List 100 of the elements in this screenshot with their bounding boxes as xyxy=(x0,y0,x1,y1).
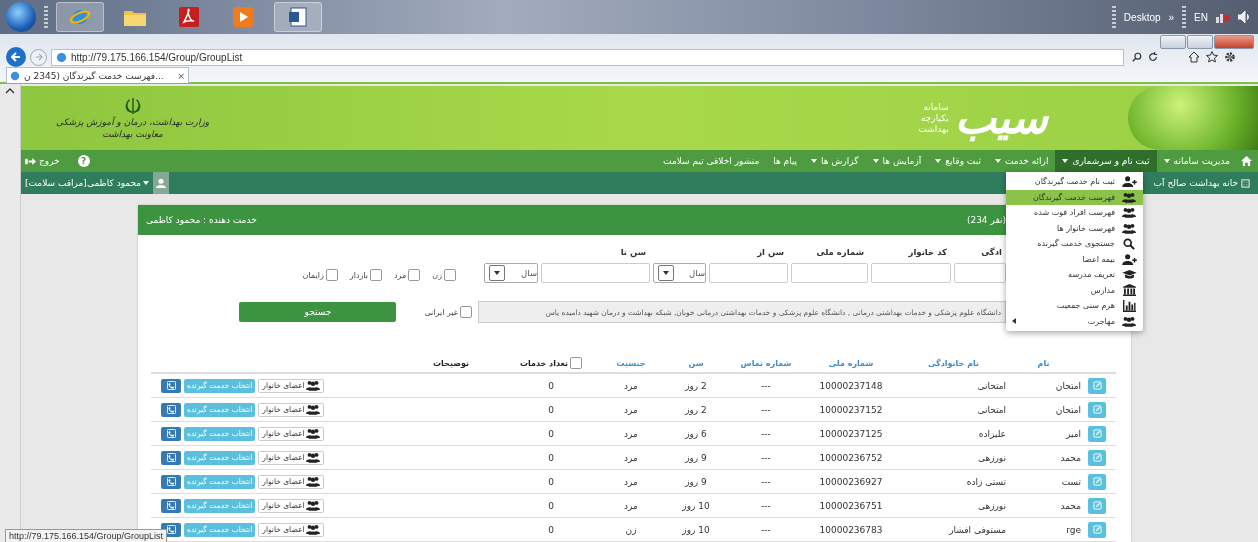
speaker-icon[interactable] xyxy=(1238,11,1252,23)
search-button[interactable]: جستجو xyxy=(239,302,397,322)
search-icon[interactable] xyxy=(1132,52,1142,62)
menu-item[interactable]: هرم سنی جمعیت xyxy=(1006,298,1143,314)
column-header: توضیحات xyxy=(432,358,470,368)
checkbox[interactable] xyxy=(325,269,338,281)
edit-icon xyxy=(1092,525,1102,534)
edit-button[interactable] xyxy=(1088,401,1106,418)
search-icon xyxy=(1123,237,1135,250)
toolbar-chevron[interactable]: » xyxy=(1168,11,1175,23)
network-icon[interactable] xyxy=(1216,11,1230,23)
nav-menu-item[interactable]: منشور اخلاقی تیم سلامت xyxy=(656,150,767,172)
edit-button[interactable] xyxy=(1088,473,1106,490)
browser-taskbar-icon[interactable] xyxy=(56,2,104,32)
phone-button[interactable] xyxy=(161,402,181,417)
nav-menu-item[interactable]: پیام ها xyxy=(766,150,805,172)
phone-button[interactable] xyxy=(161,498,181,513)
address-bar[interactable]: http://79.175.166.154/Group/GroupList xyxy=(51,48,1124,66)
star-icon[interactable] xyxy=(1206,51,1218,63)
settings-icon[interactable] xyxy=(1224,51,1236,63)
table-cell-text: مرد xyxy=(623,452,639,463)
help-button[interactable]: ? xyxy=(77,155,90,167)
phone-button[interactable] xyxy=(161,474,181,489)
table-cell-text: مرد xyxy=(623,500,639,511)
menu-item[interactable]: فهرست افراد فوت شده xyxy=(1006,205,1143,221)
nav-menu-item[interactable]: مدیریت سامانه xyxy=(1156,150,1237,172)
column-header[interactable]: نام خانوادگی xyxy=(901,358,1006,368)
column-header[interactable]: سن xyxy=(661,358,731,368)
home-icon[interactable] xyxy=(1188,51,1200,63)
browser-tab[interactable]: ...فهرست خدمت گیرندگان (2345 ن × xyxy=(6,67,189,83)
column-header[interactable]: جنسیت xyxy=(601,358,661,368)
menu-item[interactable]: مهاجرت xyxy=(1006,313,1143,329)
menu-item[interactable]: بیمه اعضا xyxy=(1006,251,1143,267)
group-icon xyxy=(1122,222,1136,234)
unit-dropdown[interactable]: سال xyxy=(484,263,538,283)
table-cell-text: 0 xyxy=(547,500,555,511)
edit-button[interactable] xyxy=(1088,425,1106,442)
table-cell-text: امتحانی xyxy=(976,404,1006,415)
table-cell-text: مرد xyxy=(623,380,639,391)
group-icon xyxy=(1122,191,1136,203)
table-cell-text: 0 xyxy=(547,428,555,439)
checkbox[interactable] xyxy=(408,269,421,281)
column-header[interactable]: شماره ملی xyxy=(801,358,901,368)
table-cell-text: 2 روز xyxy=(684,380,708,391)
forward-button[interactable] xyxy=(30,48,47,66)
emblem-icon xyxy=(123,97,142,115)
unit-dropdown[interactable]: سال xyxy=(653,263,706,283)
input-field[interactable] xyxy=(871,263,951,283)
refresh-icon[interactable] xyxy=(1148,52,1158,62)
system-name-text: سامانه xyxy=(922,101,949,113)
column-header[interactable]: تعداد خدمات xyxy=(519,358,569,368)
phone-button[interactable] xyxy=(161,426,181,441)
menu-item[interactable]: مدارس xyxy=(1006,282,1143,298)
menu-item[interactable]: جستجوی خدمت گیرنده xyxy=(1006,236,1143,252)
menu-item[interactable]: ثبت نام خدمت گیرندگان xyxy=(1006,174,1143,190)
menu-item[interactable]: فهرست خدمت گیرندگان xyxy=(1006,189,1143,205)
language-indicator[interactable]: EN xyxy=(1194,11,1208,23)
column-header[interactable]: نام xyxy=(1006,358,1081,368)
back-button[interactable] xyxy=(6,47,26,67)
group-icon xyxy=(1122,315,1136,327)
desktop-toolbar-label[interactable]: Desktop xyxy=(1123,11,1161,23)
tab-close-button[interactable]: × xyxy=(177,70,185,81)
scroll-up-icon[interactable] xyxy=(5,88,15,94)
edit-button[interactable] xyxy=(1088,449,1106,466)
group-icon xyxy=(306,452,321,463)
menu-item[interactable]: تعریف مدرسه xyxy=(1006,267,1143,283)
table-cell-text: علیزاده xyxy=(977,428,1006,439)
nav-menu-item[interactable]: ثبت وقایع xyxy=(928,150,988,172)
table-cell-text: تستی زاده xyxy=(965,476,1006,487)
edit-button[interactable] xyxy=(1088,521,1106,538)
input-field[interactable] xyxy=(541,263,650,283)
client-count: (234 نفر) xyxy=(966,215,1006,225)
input-field[interactable] xyxy=(791,263,868,283)
edit-button[interactable] xyxy=(1088,377,1106,394)
edit-button[interactable] xyxy=(1088,497,1106,514)
checkbox[interactable] xyxy=(444,269,456,281)
nav-menu-item[interactable]: گزارش ها xyxy=(804,150,866,172)
table-cell-text: امتحانی xyxy=(976,380,1006,391)
phone-button[interactable] xyxy=(161,450,181,465)
checkbox[interactable] xyxy=(460,306,472,318)
column-header[interactable]: شماره تماس xyxy=(731,358,801,368)
user-role-dropdown[interactable]: محمود کاظمی[مراقب سلامت] xyxy=(21,172,154,194)
logout-link[interactable]: خروج xyxy=(25,156,60,166)
field-label: سن از xyxy=(756,247,785,258)
nav-menu-item[interactable]: آزمایش ها xyxy=(865,150,929,172)
table-cell-text: 0 xyxy=(547,380,555,391)
document-taskbar-icon[interactable] xyxy=(274,2,322,32)
nav-menu-item[interactable]: ثبت نام و سرشماری xyxy=(1055,150,1157,172)
phone-button[interactable] xyxy=(161,378,181,393)
input-field[interactable] xyxy=(954,263,1006,283)
table-cell-text: 9 روز xyxy=(684,452,708,463)
nav-menu-item[interactable]: ارائه خدمت xyxy=(987,150,1056,172)
menu-item[interactable]: فهرست خانوار ها xyxy=(1006,220,1143,236)
facility-text: خانه بهداشت صالح آب xyxy=(1153,178,1238,188)
status-bar-url: http://79.175.166.154/Group/GroupList xyxy=(5,529,168,542)
start-button[interactable] xyxy=(6,2,36,32)
checkbox[interactable] xyxy=(370,269,382,281)
user-settings-button[interactable] xyxy=(153,172,170,194)
input-field[interactable] xyxy=(709,263,788,283)
checkbox[interactable] xyxy=(570,357,583,369)
